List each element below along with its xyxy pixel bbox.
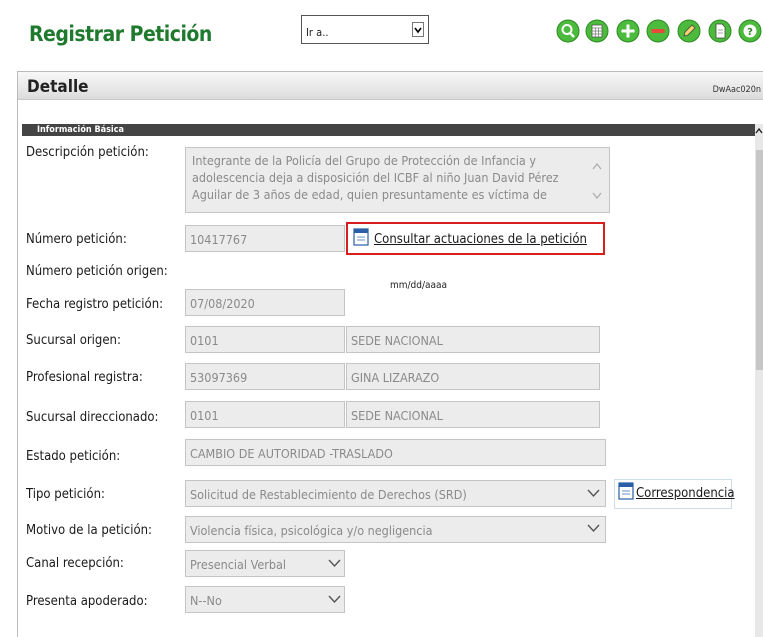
calculator-icon[interactable] [585,19,609,43]
estado-field[interactable]: CAMBIO DE AUTORIDAD -TRASLADO [185,439,606,466]
motivo-label: Motivo de la petición: [26,523,152,538]
profesional-label: Profesional registra: [26,370,143,385]
scroll-up-icon[interactable] [755,124,763,138]
svg-text:?: ? [747,27,753,38]
sucursal-direccionado-code[interactable]: 0101 [185,401,345,428]
tipo-label: Tipo petición: [26,487,105,502]
sucursal-origen-label: Sucursal origen: [26,333,121,348]
sucursal-direccionado-name[interactable]: SEDE NACIONAL [346,401,600,428]
scrollbar-thumb[interactable] [756,150,763,370]
remove-icon[interactable] [646,19,670,43]
numero-field[interactable]: 10417767 [185,225,345,252]
date-format-hint: mm/dd/aaaa [390,280,448,291]
detail-title: Detalle [27,77,89,97]
document-icon [618,482,634,500]
edit-icon[interactable] [677,19,701,43]
goto-select[interactable]: Ir a.. [301,15,429,44]
numero-origen-label: Número petición origen: [26,264,168,279]
chevron-down-icon [587,489,600,498]
sucursal-direccionado-label: Sucursal direccionado: [26,410,159,425]
profesional-name[interactable]: GINA LIZARAZO [346,363,600,390]
chevron-down-icon [328,559,341,568]
sucursal-origen-name[interactable]: SEDE NACIONAL [346,326,600,353]
sucursal-origen-code[interactable]: 0101 [185,326,345,353]
fecha-label: Fecha registro petición: [26,297,164,312]
consultar-actuaciones-link[interactable]: Consultar actuaciones de la petición [374,232,587,247]
section-title: Información Básica [37,125,124,135]
descripcion-label: Descripción petición: [26,145,149,160]
search-icon[interactable] [556,19,580,43]
correspondencia-link[interactable]: Correspondencia [636,486,735,501]
add-icon[interactable] [616,19,640,43]
document-icon [353,228,369,246]
detail-header [18,72,763,100]
profesional-code[interactable]: 53097369 [185,363,345,390]
chevron-down-icon [587,524,600,533]
document-icon[interactable] [708,19,732,43]
apoderado-select[interactable]: N--No [185,586,345,613]
help-icon[interactable]: ? [738,19,762,43]
fecha-field[interactable]: 07/08/2020 [185,289,345,316]
motivo-select[interactable]: Violencia física, psicológica y/o neglig… [185,516,606,543]
descripcion-viewport: Integrante de la Policía del Grupo de Pr… [186,148,592,212]
canal-select[interactable]: Presencial Verbal [185,550,345,577]
goto-select-value: Ir a.. [306,26,329,39]
textarea-scroll-down-icon[interactable] [592,192,602,200]
canal-label: Canal recepción: [26,556,124,571]
estado-label: Estado petición: [26,449,121,464]
descripcion-value: Integrante de la Policía del Grupo de Pr… [192,153,559,202]
chevron-down-icon [412,22,424,37]
numero-label: Número petición: [26,232,127,247]
chevron-down-icon [328,595,341,604]
textarea-scroll-up-icon[interactable] [592,162,602,170]
screen-code: DwAac020n [712,85,761,95]
apoderado-label: Presenta apoderado: [26,594,148,609]
page-title: Registrar Petición [29,22,212,46]
tipo-select[interactable]: Solicitud de Restablecimiento de Derecho… [185,480,606,507]
section-bar [22,124,755,136]
